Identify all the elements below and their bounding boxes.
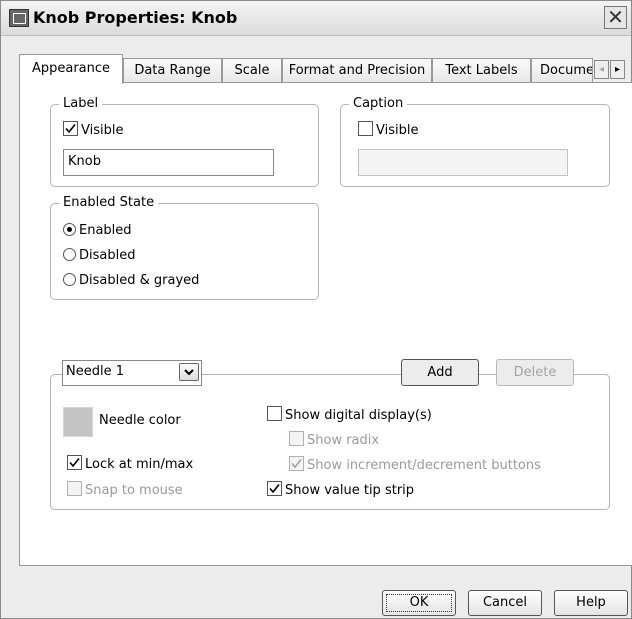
- window-title: Knob Properties: Knob: [33, 8, 238, 27]
- close-icon: ✕: [607, 5, 624, 29]
- radio-enabled[interactable]: Enabled: [63, 223, 132, 239]
- tab-appearance[interactable]: Appearance: [19, 54, 123, 84]
- radio-disabled-grayed[interactable]: Disabled & grayed: [63, 273, 199, 289]
- lock-at-min-max-checkbox[interactable]: Lock at min/max: [67, 455, 194, 472]
- checkbox-check-icon: [63, 121, 78, 136]
- caption-group: Caption Visible: [340, 96, 610, 187]
- ok-button[interactable]: OK: [382, 590, 456, 616]
- add-button[interactable]: Add: [401, 359, 479, 386]
- tab-text-labels[interactable]: Text Labels: [432, 58, 531, 83]
- snap-to-mouse-label: Snap to mouse: [85, 483, 183, 498]
- tab-strip: Appearance Data Range Scale Format and P…: [19, 54, 632, 84]
- show-increment-decrement-checkbox[interactable]: Show increment/decrement buttons: [289, 456, 541, 473]
- show-digital-display-label: Show digital display(s): [285, 408, 432, 423]
- appearance-panel: Label Visible Knob Caption Visible Enabl…: [19, 82, 632, 566]
- checkbox-check-icon: [67, 455, 82, 470]
- radio-disabled-label: Disabled: [79, 248, 136, 263]
- snap-to-mouse-checkbox[interactable]: Snap to mouse: [67, 481, 183, 498]
- show-digital-display-checkbox[interactable]: Show digital display(s): [267, 406, 432, 423]
- label-legend: Label: [59, 96, 103, 112]
- close-button[interactable]: ✕: [604, 6, 627, 29]
- show-value-tip-strip-label: Show value tip strip: [285, 483, 415, 498]
- tab-scale[interactable]: Scale: [222, 58, 282, 83]
- delete-button[interactable]: Delete: [496, 359, 574, 386]
- needle-color-label: Needle color: [99, 413, 181, 428]
- radio-disabled-grayed-label: Disabled & grayed: [79, 273, 200, 288]
- enabled-state-group: Enabled State Enabled Disabled Disabled …: [50, 195, 319, 300]
- label-text-field[interactable]: Knob: [63, 149, 274, 176]
- help-button[interactable]: Help: [554, 590, 628, 616]
- tab-scroll-right-icon[interactable]: ▸: [610, 60, 625, 79]
- label-visible-checkbox[interactable]: Visible: [63, 121, 124, 138]
- ok-button-label: OK: [409, 595, 429, 610]
- dialog-window: Knob Properties: Knob ✕ Appearance Data …: [0, 0, 632, 619]
- chevron-down-icon[interactable]: [179, 363, 199, 381]
- caption-visible-checkbox[interactable]: Visible: [358, 121, 419, 138]
- radio-enabled-label: Enabled: [79, 223, 132, 238]
- label-visible-text: Visible: [81, 123, 124, 138]
- radio-selected-icon: [63, 223, 76, 236]
- enabled-state-legend: Enabled State: [59, 195, 159, 211]
- cancel-button[interactable]: Cancel: [468, 590, 542, 616]
- title-bar: Knob Properties: Knob ✕: [1, 1, 631, 36]
- caption-visible-text: Visible: [376, 123, 419, 138]
- needle-color-swatch[interactable]: [63, 407, 93, 437]
- tab-scroll-left-icon[interactable]: ◂: [594, 60, 609, 79]
- show-value-tip-strip-checkbox[interactable]: Show value tip strip: [267, 481, 415, 498]
- show-radix-checkbox[interactable]: Show radix: [289, 431, 380, 448]
- caption-legend: Caption: [349, 96, 408, 112]
- show-increment-decrement-label: Show increment/decrement buttons: [307, 458, 541, 473]
- label-group: Label Visible Knob: [50, 96, 319, 187]
- lock-at-min-max-label: Lock at min/max: [85, 457, 194, 472]
- needle-select[interactable]: Needle 1: [62, 360, 202, 386]
- show-radix-label: Show radix: [307, 433, 380, 448]
- needle-select-value: Needle 1: [66, 364, 124, 379]
- caption-text-field[interactable]: [358, 149, 568, 176]
- tab-documentation[interactable]: Docume: [531, 58, 593, 83]
- needle-group: Needle 1 Add Delete Needle color Lock at…: [50, 359, 610, 510]
- tab-format-and-precision[interactable]: Format and Precision: [282, 58, 432, 83]
- radio-disabled[interactable]: Disabled: [63, 248, 135, 264]
- tab-data-range[interactable]: Data Range: [123, 58, 222, 83]
- app-icon: [9, 9, 29, 27]
- checkbox-check-icon: [289, 456, 304, 471]
- checkbox-check-icon: [267, 481, 282, 496]
